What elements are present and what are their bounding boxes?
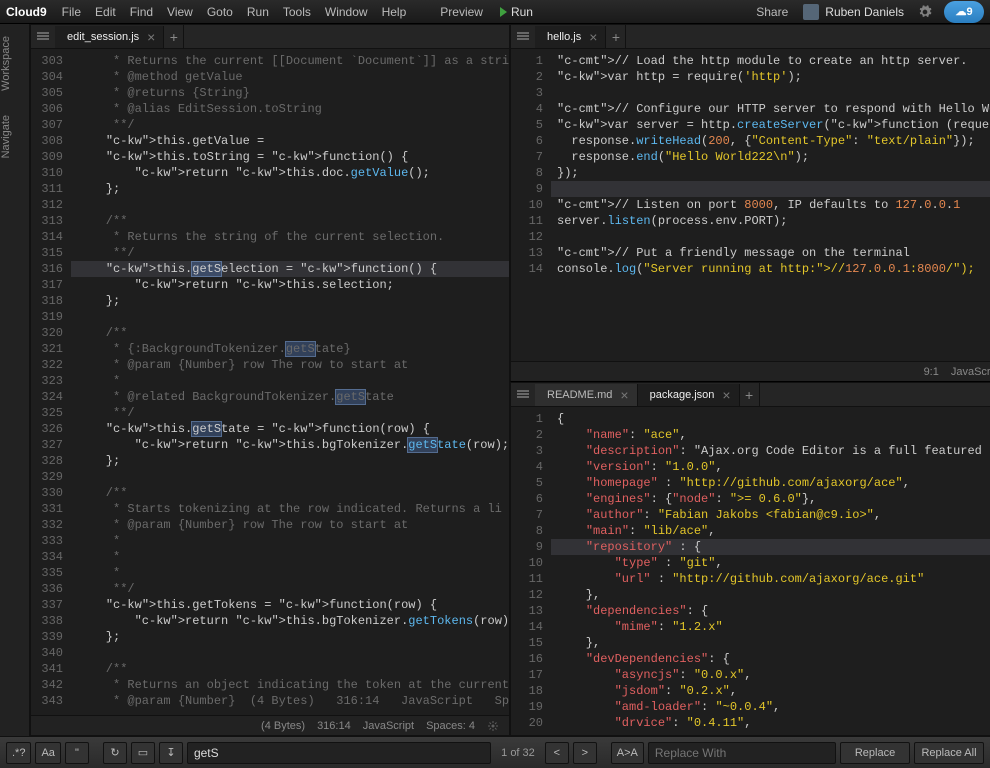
menu-goto[interactable]: Goto bbox=[200, 5, 240, 19]
status-pos[interactable]: 9:1 bbox=[924, 366, 939, 378]
tab-label: edit_session.js bbox=[67, 31, 139, 43]
side-panel-tabs: Workspace Navigate bbox=[0, 24, 30, 736]
code-area[interactable]: "c-cmt">// Load the http module to creat… bbox=[551, 49, 990, 361]
tab-label: README.md bbox=[547, 389, 612, 401]
run-label: Run bbox=[511, 5, 533, 19]
statusbar-left: (4 Bytes) 316:14 JavaScript Spaces: 4 bbox=[31, 715, 509, 735]
menu-help[interactable]: Help bbox=[375, 5, 414, 19]
replace-all-button[interactable]: Replace All bbox=[914, 742, 984, 764]
close-icon[interactable]: × bbox=[147, 30, 155, 44]
tab-package[interactable]: package.json × bbox=[638, 384, 740, 406]
statusbar-tr: 9:1 JavaScript Spaces: 2 bbox=[511, 361, 990, 381]
main-area: edit_session.js × + 303304305306307308309… bbox=[30, 24, 990, 736]
gutter: 1234567891011121314 bbox=[511, 49, 551, 361]
gear-icon[interactable] bbox=[918, 5, 932, 19]
next-match-button[interactable]: > bbox=[573, 742, 597, 764]
tab-add-button[interactable]: + bbox=[606, 25, 626, 48]
logo[interactable]: Cloud9 bbox=[6, 5, 47, 19]
regex-toggle[interactable]: .*? bbox=[6, 742, 31, 764]
tab-label: hello.js bbox=[547, 31, 581, 43]
preview-button[interactable]: Preview bbox=[433, 5, 490, 19]
tabbar-left: edit_session.js × + bbox=[31, 25, 509, 49]
pane-menu-icon[interactable] bbox=[37, 31, 49, 43]
menubar: Cloud9 File Edit Find View Goto Run Tool… bbox=[0, 0, 990, 24]
menu-tools[interactable]: Tools bbox=[276, 5, 318, 19]
wrap-toggle[interactable]: ↻ bbox=[103, 742, 127, 764]
wholeword-toggle[interactable]: " bbox=[65, 742, 89, 764]
tab-add-button[interactable]: + bbox=[740, 383, 760, 406]
replace-button[interactable]: Replace bbox=[840, 742, 910, 764]
status-lang[interactable]: JavaScript bbox=[951, 366, 990, 378]
status-pos[interactable]: 316:14 bbox=[317, 720, 351, 732]
tab-add-button[interactable]: + bbox=[164, 25, 184, 48]
status-spaces[interactable]: Spaces: 4 bbox=[426, 720, 475, 732]
tabbar-br: README.md × package.json × + bbox=[511, 383, 990, 407]
replace-input[interactable] bbox=[648, 742, 836, 764]
play-icon bbox=[500, 7, 507, 17]
search-count: 1 of 32 bbox=[495, 747, 541, 759]
prev-match-button[interactable]: < bbox=[545, 742, 569, 764]
pane-top-right: hello.js × + 1234567891011121314 "c-cmt">… bbox=[510, 24, 990, 382]
side-tab-workspace[interactable]: Workspace bbox=[0, 24, 12, 103]
findbar: .*? Aa " ↻ ▭ ↧ 1 of 32 < > A>A Replace R… bbox=[0, 736, 990, 768]
editor-left[interactable]: 3033043053063073083093103113123133143153… bbox=[31, 49, 509, 715]
pane-menu-icon[interactable] bbox=[517, 389, 529, 401]
search-input[interactable] bbox=[187, 742, 491, 764]
user-menu[interactable]: Ruben Daniels bbox=[795, 4, 912, 20]
user-name: Ruben Daniels bbox=[825, 5, 904, 19]
code-area[interactable]: * Returns the current [[Document `Docume… bbox=[71, 49, 509, 715]
selection-toggle[interactable]: ▭ bbox=[131, 742, 155, 764]
tab-label: package.json bbox=[650, 389, 715, 401]
tabbar-tr: hello.js × + bbox=[511, 25, 990, 49]
gutter: 3033043053063073083093103113123133143153… bbox=[31, 49, 71, 715]
tab-hello[interactable]: hello.js × bbox=[535, 26, 606, 48]
share-button[interactable]: Share bbox=[749, 5, 795, 19]
menu-file[interactable]: File bbox=[55, 5, 88, 19]
editor-br[interactable]: 1234567891011121314151617181920 { "name"… bbox=[511, 407, 990, 735]
menu-window[interactable]: Window bbox=[318, 5, 375, 19]
editor-tr[interactable]: 1234567891011121314 "c-cmt">// Load the … bbox=[511, 49, 990, 361]
pane-bottom-right: README.md × package.json × + 1234567891011… bbox=[510, 382, 990, 756]
case-toggle[interactable]: Aa bbox=[35, 742, 60, 764]
menu-view[interactable]: View bbox=[160, 5, 200, 19]
close-icon[interactable]: × bbox=[620, 388, 628, 402]
code-area[interactable]: { "name": "ace", "description": "Ajax.or… bbox=[551, 407, 990, 735]
close-icon[interactable]: × bbox=[722, 388, 730, 402]
close-icon[interactable]: × bbox=[589, 30, 597, 44]
avatar bbox=[803, 4, 819, 20]
tab-readme[interactable]: README.md × bbox=[535, 384, 638, 406]
side-tab-navigate[interactable]: Navigate bbox=[0, 103, 12, 170]
menu-edit[interactable]: Edit bbox=[88, 5, 123, 19]
pane-right: hello.js × + 1234567891011121314 "c-cmt">… bbox=[510, 24, 990, 736]
pane-menu-icon[interactable] bbox=[517, 31, 529, 43]
replace-mode-toggle[interactable]: A>A bbox=[611, 742, 644, 764]
status-lang[interactable]: JavaScript bbox=[363, 720, 414, 732]
run-button[interactable]: Run bbox=[490, 5, 543, 19]
menu-find[interactable]: Find bbox=[123, 5, 160, 19]
cloud9-badge[interactable]: ☁9 bbox=[944, 1, 984, 23]
status-bytes: (4 Bytes) bbox=[261, 720, 305, 732]
tab-edit-session[interactable]: edit_session.js × bbox=[55, 26, 164, 48]
gear-icon[interactable] bbox=[487, 720, 499, 732]
menu-run[interactable]: Run bbox=[240, 5, 276, 19]
preserve-toggle[interactable]: ↧ bbox=[159, 742, 183, 764]
pane-left: edit_session.js × + 303304305306307308309… bbox=[30, 24, 510, 736]
gutter: 1234567891011121314151617181920 bbox=[511, 407, 551, 735]
